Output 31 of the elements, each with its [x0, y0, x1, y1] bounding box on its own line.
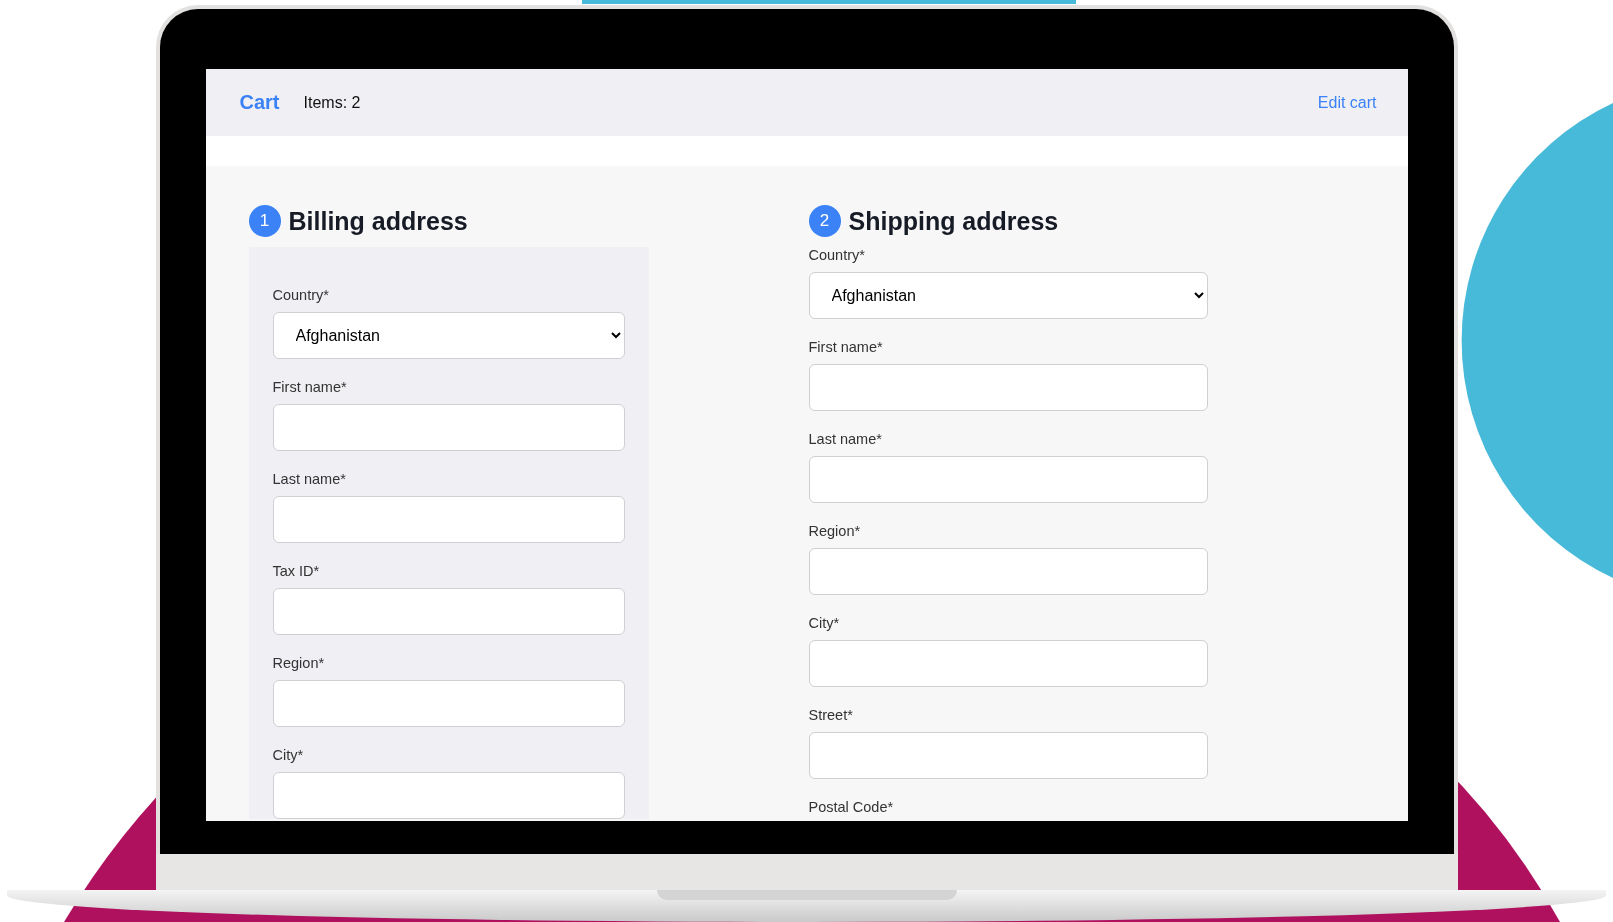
- input-field[interactable]: [808, 548, 1208, 595]
- section-title: Shipping address: [848, 206, 1059, 236]
- field-label: Country*: [808, 247, 866, 265]
- field-label: Tax ID*: [272, 563, 321, 581]
- items-count: Items: 2: [303, 93, 362, 112]
- input-field[interactable]: [272, 496, 625, 543]
- field-label: City*: [808, 615, 841, 633]
- field-label: Region*: [808, 523, 862, 541]
- field-label: City*: [272, 747, 305, 765]
- field-label: Last name*: [808, 431, 883, 449]
- field-label: Country*: [272, 287, 330, 305]
- field-label: Last name*: [272, 471, 347, 489]
- field-label: First name*: [808, 339, 884, 357]
- input-field[interactable]: [808, 732, 1208, 779]
- input-field[interactable]: [808, 364, 1208, 411]
- input-field[interactable]: [272, 404, 625, 451]
- input-field[interactable]: [272, 680, 625, 727]
- input-field[interactable]: [808, 640, 1208, 687]
- input-field[interactable]: [808, 456, 1208, 503]
- input-field[interactable]: [272, 772, 625, 819]
- cart-title: Cart: [239, 91, 280, 114]
- field-label: Street*: [808, 707, 854, 725]
- step-number-badge: 1: [248, 205, 281, 237]
- step-number-badge: 2: [808, 205, 841, 237]
- field-label: Region*: [272, 655, 326, 673]
- section-title: Billing address: [288, 206, 468, 236]
- country-select[interactable]: Afghanistan: [272, 312, 625, 359]
- field-label: Postal Code*: [808, 799, 895, 817]
- input-field[interactable]: [272, 588, 625, 635]
- country-select[interactable]: Afghanistan: [808, 272, 1208, 319]
- field-label: First name*: [272, 379, 348, 397]
